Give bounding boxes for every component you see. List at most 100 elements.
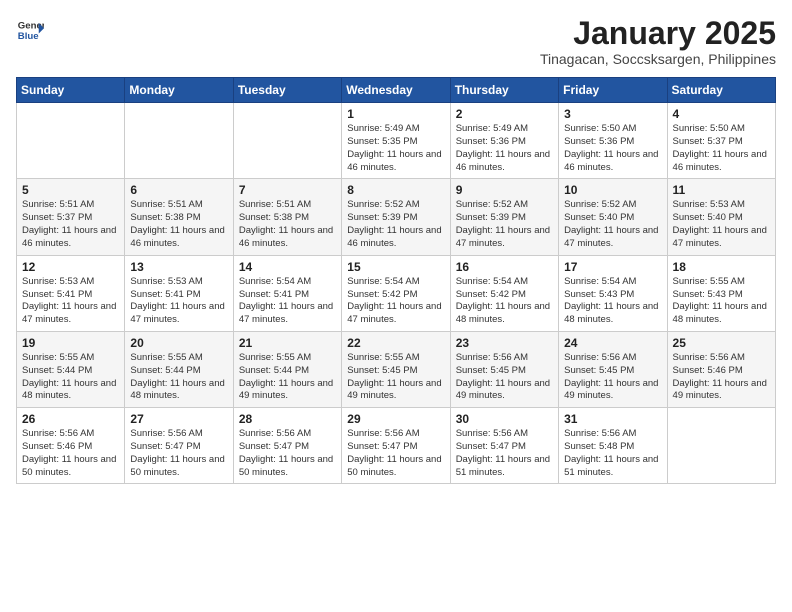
weekday-header-saturday: Saturday bbox=[667, 78, 775, 103]
day-info: Sunrise: 5:56 AM Sunset: 5:45 PM Dayligh… bbox=[564, 352, 661, 403]
day-info: Sunrise: 5:56 AM Sunset: 5:45 PM Dayligh… bbox=[456, 352, 553, 403]
calendar-cell: 18 Sunrise: 5:55 AM Sunset: 5:43 PM Dayli… bbox=[667, 255, 775, 331]
day-number: 30 bbox=[456, 412, 553, 426]
day-info: Sunrise: 5:54 AM Sunset: 5:43 PM Dayligh… bbox=[564, 276, 661, 327]
day-number: 10 bbox=[564, 183, 661, 197]
day-number: 23 bbox=[456, 336, 553, 350]
calendar-week-2: 5 Sunrise: 5:51 AM Sunset: 5:37 PM Daylig… bbox=[17, 179, 776, 255]
calendar-cell: 20 Sunrise: 5:55 AM Sunset: 5:44 PM Dayli… bbox=[125, 331, 233, 407]
day-number: 8 bbox=[347, 183, 444, 197]
calendar-cell: 3Sunrise: 5:50 AM Sunset: 5:36 PM Daylig… bbox=[559, 103, 667, 179]
day-number: 15 bbox=[347, 260, 444, 274]
day-info: Sunrise: 5:51 AM Sunset: 5:37 PM Dayligh… bbox=[22, 199, 119, 250]
day-number: 27 bbox=[130, 412, 227, 426]
weekday-header-thursday: Thursday bbox=[450, 78, 558, 103]
logo: General Blue bbox=[16, 16, 44, 44]
day-info: Sunrise: 5:52 AM Sunset: 5:40 PM Dayligh… bbox=[564, 199, 661, 250]
day-info: Sunrise: 5:53 AM Sunset: 5:41 PM Dayligh… bbox=[22, 276, 119, 327]
day-info: Sunrise: 5:51 AM Sunset: 5:38 PM Dayligh… bbox=[239, 199, 336, 250]
calendar-cell: 29 Sunrise: 5:56 AM Sunset: 5:47 PM Dayli… bbox=[342, 408, 450, 484]
day-number: 14 bbox=[239, 260, 336, 274]
calendar-week-1: 1 Sunrise: 5:49 AM Sunset: 5:35 PM Daylig… bbox=[17, 103, 776, 179]
calendar-cell: 1 Sunrise: 5:49 AM Sunset: 5:35 PM Daylig… bbox=[342, 103, 450, 179]
calendar-cell: 5 Sunrise: 5:51 AM Sunset: 5:37 PM Daylig… bbox=[17, 179, 125, 255]
location-title: Tinagacan, Soccsksargen, Philippines bbox=[540, 51, 776, 67]
calendar-cell: 12 Sunrise: 5:53 AM Sunset: 5:41 PM Dayli… bbox=[17, 255, 125, 331]
day-info: Sunrise: 5:56 AM Sunset: 5:47 PM Dayligh… bbox=[347, 428, 444, 479]
day-info: Sunrise: 5:55 AM Sunset: 5:45 PM Dayligh… bbox=[347, 352, 444, 403]
day-info: Sunrise: 5:53 AM Sunset: 5:40 PM Dayligh… bbox=[673, 199, 770, 250]
day-info: Sunrise: 5:56 AM Sunset: 5:47 PM Dayligh… bbox=[130, 428, 227, 479]
weekday-header-tuesday: Tuesday bbox=[233, 78, 341, 103]
calendar-cell: 8 Sunrise: 5:52 AM Sunset: 5:39 PM Daylig… bbox=[342, 179, 450, 255]
day-info: Sunrise: 5:52 AM Sunset: 5:39 PM Dayligh… bbox=[347, 199, 444, 250]
weekday-header-wednesday: Wednesday bbox=[342, 78, 450, 103]
calendar-cell bbox=[17, 103, 125, 179]
day-info: Sunrise: 5:56 AM Sunset: 5:47 PM Dayligh… bbox=[239, 428, 336, 479]
month-title: January 2025 bbox=[540, 16, 776, 51]
weekday-header-monday: Monday bbox=[125, 78, 233, 103]
calendar-table: SundayMondayTuesdayWednesdayThursdayFrid… bbox=[16, 77, 776, 484]
calendar-cell: 22 Sunrise: 5:55 AM Sunset: 5:45 PM Dayli… bbox=[342, 331, 450, 407]
calendar-cell: 2 Sunrise: 5:49 AM Sunset: 5:36 PM Daylig… bbox=[450, 103, 558, 179]
calendar-cell: 15 Sunrise: 5:54 AM Sunset: 5:42 PM Dayli… bbox=[342, 255, 450, 331]
day-info: Sunrise: 5:53 AM Sunset: 5:41 PM Dayligh… bbox=[130, 276, 227, 327]
calendar-cell: 11 Sunrise: 5:53 AM Sunset: 5:40 PM Dayli… bbox=[667, 179, 775, 255]
day-number: 13 bbox=[130, 260, 227, 274]
calendar-cell: 25Sunrise: 5:56 AM Sunset: 5:46 PM Dayli… bbox=[667, 331, 775, 407]
day-info: Sunrise: 5:49 AM Sunset: 5:36 PM Dayligh… bbox=[456, 123, 553, 174]
calendar-cell: 21 Sunrise: 5:55 AM Sunset: 5:44 PM Dayli… bbox=[233, 331, 341, 407]
day-number: 20 bbox=[130, 336, 227, 350]
calendar-cell bbox=[233, 103, 341, 179]
day-info: Sunrise: 5:54 AM Sunset: 5:41 PM Dayligh… bbox=[239, 276, 336, 327]
day-info: Sunrise: 5:55 AM Sunset: 5:43 PM Dayligh… bbox=[673, 276, 770, 327]
day-info: Sunrise: 5:56 AM Sunset: 5:46 PM Dayligh… bbox=[673, 352, 770, 403]
day-number: 9 bbox=[456, 183, 553, 197]
day-number: 22 bbox=[347, 336, 444, 350]
calendar-cell bbox=[667, 408, 775, 484]
day-info: Sunrise: 5:56 AM Sunset: 5:46 PM Dayligh… bbox=[22, 428, 119, 479]
day-number: 31 bbox=[564, 412, 661, 426]
day-number: 12 bbox=[22, 260, 119, 274]
calendar-cell: 13 Sunrise: 5:53 AM Sunset: 5:41 PM Dayli… bbox=[125, 255, 233, 331]
day-info: Sunrise: 5:54 AM Sunset: 5:42 PM Dayligh… bbox=[347, 276, 444, 327]
day-info: Sunrise: 5:52 AM Sunset: 5:39 PM Dayligh… bbox=[456, 199, 553, 250]
day-info: Sunrise: 5:49 AM Sunset: 5:35 PM Dayligh… bbox=[347, 123, 444, 174]
day-number: 29 bbox=[347, 412, 444, 426]
page-header: General Blue January 2025 Tinagacan, Soc… bbox=[16, 16, 776, 67]
svg-text:Blue: Blue bbox=[18, 31, 39, 42]
calendar-cell: 9 Sunrise: 5:52 AM Sunset: 5:39 PM Daylig… bbox=[450, 179, 558, 255]
calendar-cell: 7 Sunrise: 5:51 AM Sunset: 5:38 PM Daylig… bbox=[233, 179, 341, 255]
day-info: Sunrise: 5:55 AM Sunset: 5:44 PM Dayligh… bbox=[239, 352, 336, 403]
calendar-cell: 30Sunrise: 5:56 AM Sunset: 5:47 PM Dayli… bbox=[450, 408, 558, 484]
calendar-cell: 26 Sunrise: 5:56 AM Sunset: 5:46 PM Dayli… bbox=[17, 408, 125, 484]
weekday-header-sunday: Sunday bbox=[17, 78, 125, 103]
day-number: 5 bbox=[22, 183, 119, 197]
day-info: Sunrise: 5:56 AM Sunset: 5:48 PM Dayligh… bbox=[564, 428, 661, 479]
calendar-cell bbox=[125, 103, 233, 179]
calendar-cell: 17Sunrise: 5:54 AM Sunset: 5:43 PM Dayli… bbox=[559, 255, 667, 331]
day-number: 11 bbox=[673, 183, 770, 197]
day-number: 26 bbox=[22, 412, 119, 426]
calendar-cell: 14 Sunrise: 5:54 AM Sunset: 5:41 PM Dayli… bbox=[233, 255, 341, 331]
day-number: 21 bbox=[239, 336, 336, 350]
weekday-header-friday: Friday bbox=[559, 78, 667, 103]
title-block: January 2025 Tinagacan, Soccsksargen, Ph… bbox=[540, 16, 776, 67]
day-number: 4 bbox=[673, 107, 770, 121]
calendar-cell: 10 Sunrise: 5:52 AM Sunset: 5:40 PM Dayli… bbox=[559, 179, 667, 255]
calendar-cell: 31 Sunrise: 5:56 AM Sunset: 5:48 PM Dayli… bbox=[559, 408, 667, 484]
day-number: 2 bbox=[456, 107, 553, 121]
day-info: Sunrise: 5:54 AM Sunset: 5:42 PM Dayligh… bbox=[456, 276, 553, 327]
day-number: 16 bbox=[456, 260, 553, 274]
calendar-cell: 27 Sunrise: 5:56 AM Sunset: 5:47 PM Dayli… bbox=[125, 408, 233, 484]
day-info: Sunrise: 5:55 AM Sunset: 5:44 PM Dayligh… bbox=[22, 352, 119, 403]
logo-icon: General Blue bbox=[16, 16, 44, 44]
calendar-cell: 6Sunrise: 5:51 AM Sunset: 5:38 PM Daylig… bbox=[125, 179, 233, 255]
calendar-week-4: 19Sunrise: 5:55 AM Sunset: 5:44 PM Dayli… bbox=[17, 331, 776, 407]
day-number: 1 bbox=[347, 107, 444, 121]
day-number: 18 bbox=[673, 260, 770, 274]
day-number: 7 bbox=[239, 183, 336, 197]
calendar-week-5: 26 Sunrise: 5:56 AM Sunset: 5:46 PM Dayli… bbox=[17, 408, 776, 484]
calendar-cell: 23 Sunrise: 5:56 AM Sunset: 5:45 PM Dayli… bbox=[450, 331, 558, 407]
day-info: Sunrise: 5:55 AM Sunset: 5:44 PM Dayligh… bbox=[130, 352, 227, 403]
